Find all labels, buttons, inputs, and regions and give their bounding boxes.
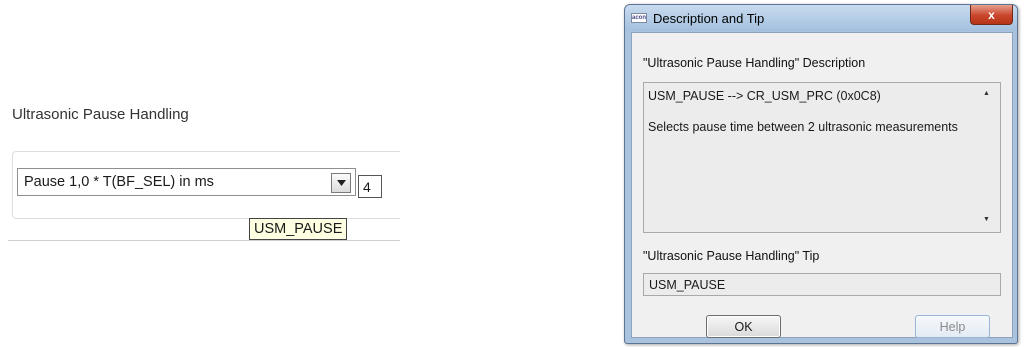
description-tip-dialog: acon Description and Tip x "Ultrasonic P… (624, 4, 1018, 344)
dialog-body: "Ultrasonic Pause Handling" Description … (631, 32, 1013, 338)
divider (8, 240, 400, 241)
scroll-up-icon[interactable]: ▲ (983, 90, 990, 97)
close-icon[interactable]: x (970, 5, 1013, 25)
dialog-title: Description and Tip (653, 11, 765, 26)
section-title: Ultrasonic Pause Handling (12, 106, 189, 123)
tooltip: USM_PAUSE (249, 218, 348, 240)
tip-heading: "Ultrasonic Pause Handling" Tip (643, 249, 820, 263)
tip-field: USM_PAUSE (643, 273, 1001, 296)
description-line: USM_PAUSE --> CR_USM_PRC (0x0C8) (648, 89, 881, 103)
register-value-field: 4 (358, 175, 382, 198)
description-line: Selects pause time between 2 ultrasonic … (648, 120, 958, 134)
app-icon: acon (631, 13, 647, 23)
pause-handling-dropdown[interactable]: Pause 1,0 * T(BF_SEL) in ms (17, 168, 356, 196)
description-heading: "Ultrasonic Pause Handling" Description (643, 56, 866, 70)
ok-button[interactable]: OK (706, 315, 781, 338)
help-button[interactable]: Help (915, 315, 990, 338)
dropdown-arrow-icon[interactable] (331, 173, 351, 193)
description-textarea[interactable]: USM_PAUSE --> CR_USM_PRC (0x0C8) Selects… (643, 82, 1001, 233)
dropdown-selected-value: Pause 1,0 * T(BF_SEL) in ms (24, 174, 214, 190)
scroll-down-icon[interactable]: ▼ (983, 216, 990, 223)
dialog-titlebar[interactable]: acon Description and Tip x (625, 5, 1017, 31)
